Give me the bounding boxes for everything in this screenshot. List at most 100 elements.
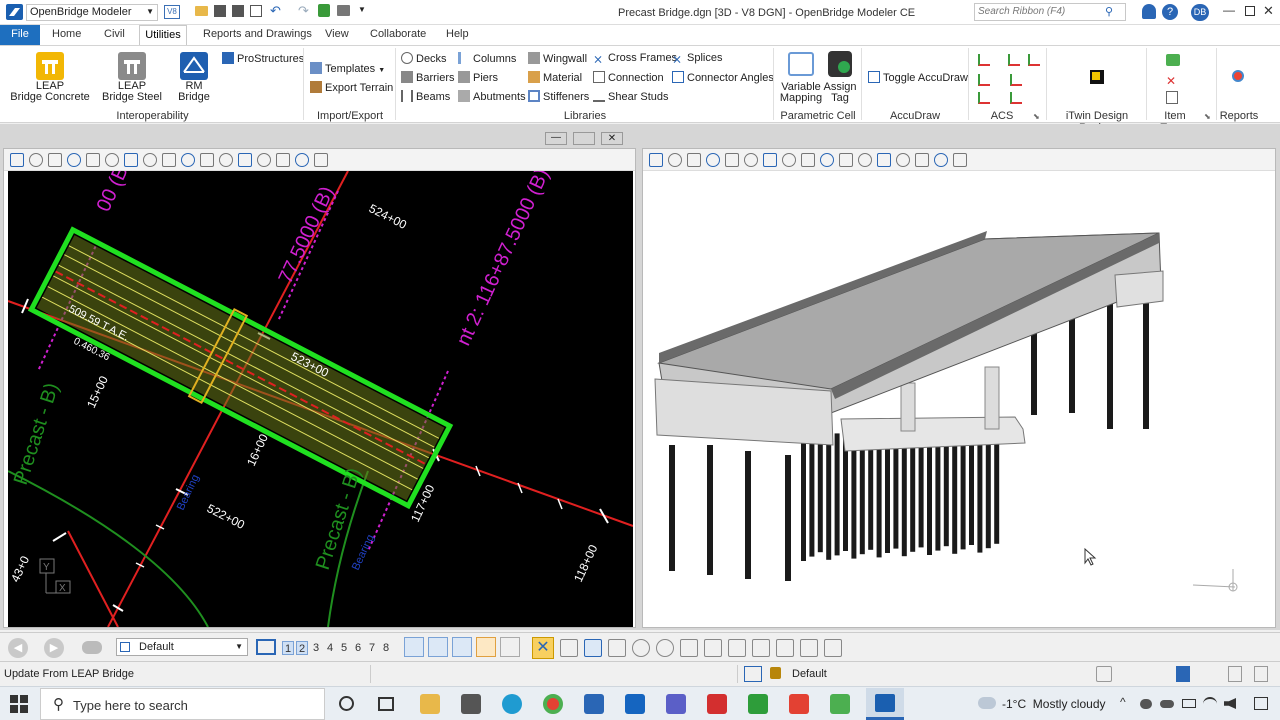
place-circle-icon[interactable] <box>632 639 650 657</box>
walk-icon[interactable] <box>839 153 853 167</box>
weather-text[interactable]: -1°C Mostly cloudy <box>1002 697 1106 711</box>
delete-tool-icon[interactable]: ✕ <box>532 637 554 659</box>
v8-icon[interactable]: V8 <box>164 5 180 19</box>
measure-tool-icon[interactable] <box>500 637 520 657</box>
workflow-selector[interactable]: OpenBridge Modeler ▼ <box>26 4 158 21</box>
undo-icon[interactable]: ↶ <box>270 3 281 19</box>
level-manager-icon[interactable] <box>82 641 102 654</box>
ribbon-search-field[interactable]: Search Ribbon (F4) ⚲ <box>974 3 1126 21</box>
restore-view-button[interactable] <box>573 132 595 145</box>
beams-button[interactable]: Beams <box>401 90 450 103</box>
rotate-icon[interactable] <box>680 639 698 657</box>
camera-icon[interactable] <box>953 153 967 167</box>
acs-define-icon[interactable] <box>978 54 990 66</box>
save-icon[interactable] <box>214 5 226 17</box>
openbridge-taskbar-button[interactable] <box>866 688 904 720</box>
assign-tag-icon[interactable] <box>828 51 852 77</box>
zoom-in-icon[interactable] <box>725 153 739 167</box>
place-arc-icon[interactable] <box>608 639 626 657</box>
display-style-icon[interactable] <box>29 153 43 167</box>
leap-bridge-concrete-button[interactable]: LEAP Bridge Concrete <box>8 81 92 103</box>
tab-reports-drawings[interactable]: Reports and Drawings <box>201 25 314 45</box>
view-attributes-icon[interactable] <box>10 153 24 167</box>
item-type-attach-icon[interactable] <box>1166 54 1180 66</box>
settings-icon[interactable] <box>800 639 818 657</box>
leap-bridge-concrete-icon[interactable] <box>36 52 64 80</box>
place-smartline-icon[interactable] <box>584 639 602 657</box>
variable-mapping-button[interactable]: Variable Mapping <box>776 82 826 104</box>
plan-view-canvas[interactable]: 524+00 523+00 522+00 117+00 118+00 16+00… <box>8 171 633 627</box>
walk-icon[interactable] <box>200 153 214 167</box>
tab-file[interactable]: File <box>0 25 40 45</box>
zoom-out-icon[interactable] <box>744 153 758 167</box>
view-2-3d[interactable] <box>642 148 1276 628</box>
decks-button[interactable]: Decks <box>401 52 447 65</box>
notifications-icon[interactable] <box>1254 697 1268 710</box>
connection-button[interactable]: Connection <box>593 71 664 84</box>
item-type-remove-icon[interactable]: ✕ <box>1166 74 1176 88</box>
construct-icon[interactable] <box>776 639 794 657</box>
minimize-button[interactable]: — <box>1223 3 1235 17</box>
shear-studs-button[interactable]: Shear Studs <box>593 90 669 103</box>
view-button-2[interactable]: 2 <box>296 641 308 655</box>
messages-icon[interactable] <box>1254 666 1268 682</box>
display-style-icon[interactable] <box>668 153 682 167</box>
customize-qat-icon[interactable]: ▼ <box>358 5 366 14</box>
view-button-7[interactable]: 7 <box>366 641 378 655</box>
copy-view-icon[interactable] <box>257 153 271 167</box>
export-terrain-button[interactable]: Export Terrain <box>310 81 393 94</box>
snap-mode-icon[interactable] <box>744 666 762 682</box>
cross-frames-button[interactable]: ⨯ Cross Frames <box>593 52 677 65</box>
view-1-plan[interactable]: 524+00 523+00 522+00 117+00 118+00 16+00… <box>3 148 636 628</box>
view-button-5[interactable]: 5 <box>338 641 350 655</box>
templates-button[interactable]: Templates ▼ <box>310 62 385 75</box>
outlook-icon[interactable] <box>625 694 645 714</box>
connector-angles-button[interactable]: Connector Angles <box>672 71 774 84</box>
app-red-icon[interactable] <box>789 694 809 714</box>
acrobat-icon[interactable] <box>707 694 727 714</box>
printer-icon[interactable] <box>337 5 350 16</box>
window-area-icon[interactable] <box>124 153 138 167</box>
fillet-icon[interactable] <box>752 639 770 657</box>
variable-mapping-icon[interactable] <box>788 52 814 76</box>
reports-icon[interactable] <box>1232 70 1244 82</box>
forward-icon[interactable]: ▶ <box>44 638 64 658</box>
chrome-icon[interactable] <box>543 694 563 714</box>
copy-tool-icon[interactable] <box>476 637 496 657</box>
help-icon[interactable]: ? <box>1162 4 1178 20</box>
camera-icon[interactable] <box>314 153 328 167</box>
fence-tool-icon[interactable] <box>428 637 448 657</box>
close-view-button[interactable]: ✕ <box>601 132 623 145</box>
mail-icon[interactable] <box>584 694 604 714</box>
view-button-3[interactable]: 3 <box>310 641 322 655</box>
print-setup-icon[interactable] <box>250 5 262 17</box>
rm-bridge-icon[interactable] <box>180 52 208 80</box>
abutments-button[interactable]: Abutments <box>458 90 526 103</box>
dialog-launcher-icon[interactable]: ⬊ <box>1033 112 1040 121</box>
rotate-view-icon[interactable] <box>162 153 176 167</box>
close-button[interactable]: ✕ <box>1263 3 1274 19</box>
view-button-4[interactable]: 4 <box>324 641 336 655</box>
clip-volume-icon[interactable] <box>915 153 929 167</box>
place-point-icon[interactable] <box>656 639 674 657</box>
edge-icon[interactable] <box>502 694 522 714</box>
task-view-icon[interactable] <box>378 697 394 711</box>
model-3d-canvas[interactable] <box>645 173 1275 627</box>
acs-select-icon[interactable] <box>978 92 990 104</box>
tab-civil[interactable]: Civil <box>102 25 127 45</box>
update-view-icon[interactable] <box>706 153 720 167</box>
tool-settings-icon[interactable] <box>295 153 309 167</box>
window-area-icon[interactable] <box>763 153 777 167</box>
wingwall-button[interactable]: Wingwall <box>528 52 587 65</box>
taskbar-search-input[interactable]: Type here to search <box>73 698 188 713</box>
volume-icon[interactable] <box>1224 698 1236 709</box>
view-previous-icon[interactable] <box>858 153 872 167</box>
tab-utilities[interactable]: Utilities <box>139 25 187 45</box>
zoom-in-icon[interactable] <box>86 153 100 167</box>
select-tool-icon[interactable] <box>404 637 424 657</box>
store-icon[interactable] <box>461 694 481 714</box>
arc-tool-icon[interactable] <box>728 639 746 657</box>
pin-icon[interactable] <box>318 4 330 17</box>
tab-home[interactable]: Home <box>50 25 83 45</box>
app-green-icon[interactable] <box>748 694 768 714</box>
